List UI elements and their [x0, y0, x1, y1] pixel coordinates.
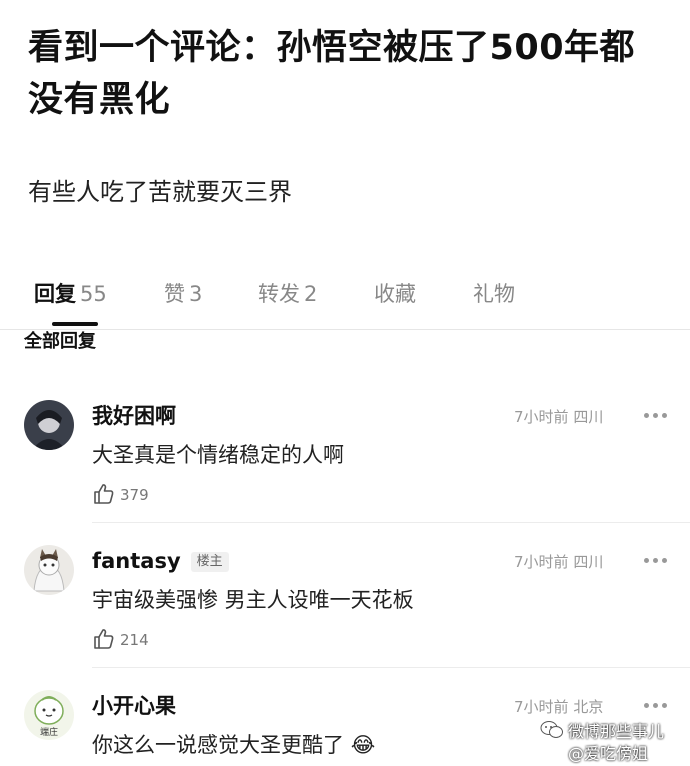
divider: [92, 522, 690, 523]
all-replies-label: 全部回复: [24, 331, 96, 352]
tab-reposts-count: 2: [304, 282, 318, 306]
thumbs-up-icon: [94, 629, 114, 649]
comment-meta: 7小时前 北京: [514, 696, 603, 718]
more-options-icon[interactable]: [644, 694, 670, 716]
comment-text-body: 你这么一说感觉大圣更酷了: [92, 733, 344, 757]
comment-time: 7小时前: [514, 698, 569, 716]
op-badge: 楼主: [190, 552, 229, 572]
comment-location: 北京: [573, 698, 604, 716]
avatar-caption: 端庄: [40, 726, 58, 738]
laughing-tears-emoji-icon: 😂: [350, 733, 376, 757]
tab-likes-label: 赞: [164, 282, 185, 306]
tab-likes[interactable]: 赞3: [164, 280, 202, 308]
comment-text: 你这么一说感觉大圣更酷了 😂: [92, 730, 375, 760]
username-text: 小开心果: [92, 694, 176, 718]
divider: [92, 667, 690, 668]
comment-meta: 7小时前 四川: [514, 551, 603, 573]
tab-gifts[interactable]: 礼物: [473, 280, 515, 308]
comment-username[interactable]: fantasy 楼主: [92, 547, 229, 575]
tab-bar: 回复 55 赞3 转发 2 收藏 礼物: [0, 272, 690, 330]
post-body: 有些人吃了苦就要灭三界: [28, 178, 292, 206]
comment-time: 7小时前: [514, 408, 569, 426]
comment-text: 宇宙级美强惨 男主人设唯一天花板: [92, 588, 414, 612]
username-text: fantasy: [92, 549, 181, 573]
comment-username[interactable]: 小开心果: [92, 692, 176, 720]
more-options-icon[interactable]: [644, 549, 670, 571]
tab-replies-label: 回复: [34, 282, 76, 306]
like-count: 379: [120, 486, 149, 504]
tab-gifts-label: 礼物: [473, 282, 515, 306]
active-tab-indicator: [52, 322, 98, 326]
avatar[interactable]: 端庄: [24, 690, 74, 740]
watermark: 微博那些事儿 @爱吃傍姐: [540, 718, 690, 764]
watermark-account: 微博那些事儿: [568, 722, 665, 741]
tab-reposts-label: 转发: [258, 282, 300, 306]
comment-location: 四川: [573, 408, 604, 426]
wechat-logo-icon: [540, 721, 563, 738]
tab-replies[interactable]: 回复 55: [34, 280, 107, 308]
thumbs-up-icon: [94, 484, 114, 504]
comment-text: 大圣真是个情绪稳定的人啊: [92, 443, 344, 467]
comment-username[interactable]: 我好困啊: [92, 402, 176, 430]
comment-time: 7小时前: [514, 553, 569, 571]
comment-location: 四川: [573, 553, 604, 571]
tab-replies-count: 55: [80, 282, 107, 306]
comment-meta: 7小时前 四川: [514, 406, 603, 428]
avatar[interactable]: [24, 545, 74, 595]
tab-favorites[interactable]: 收藏: [374, 280, 416, 308]
username-text: 我好困啊: [92, 404, 176, 428]
tab-favorites-label: 收藏: [374, 282, 416, 306]
like-count: 214: [120, 631, 149, 649]
more-options-icon[interactable]: [644, 404, 670, 426]
tab-likes-count: 3: [189, 282, 203, 306]
watermark-handle: @爱吃傍姐: [568, 744, 649, 763]
post-title: 看到一个评论：孙悟空被压了500年都没有黑化: [28, 28, 636, 120]
avatar[interactable]: [24, 400, 74, 450]
tab-reposts[interactable]: 转发 2: [258, 280, 317, 308]
